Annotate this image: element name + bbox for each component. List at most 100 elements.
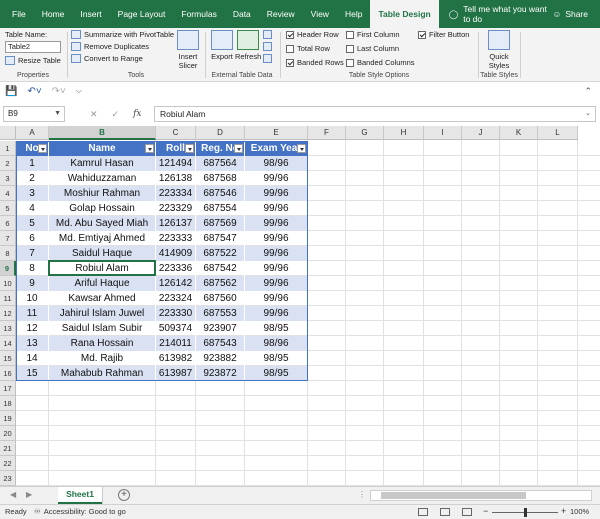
row-header-20[interactable]: 20 <box>0 426 16 441</box>
table-cell[interactable]: 14 <box>16 351 49 366</box>
filter-dropdown-icon[interactable] <box>145 144 154 153</box>
redo-icon[interactable]: ↷˅ <box>52 86 66 97</box>
table-header-reg-no[interactable]: Reg. No <box>196 141 245 156</box>
table-cell[interactable]: 99/96 <box>245 216 308 231</box>
more-options-icon[interactable]: ⋮ <box>358 490 366 499</box>
worksheet-grid[interactable]: A B C D E F G H I J K L 1 2 3 4 5 6 7 8 9 10 11 12 13 14 15 16 17 18 1… <box>0 126 600 486</box>
row-header-11[interactable]: 11 <box>0 291 16 306</box>
row-header-13[interactable]: 13 <box>0 321 16 336</box>
properties-small-button[interactable] <box>263 30 272 39</box>
row-header-5[interactable]: 5 <box>0 201 16 216</box>
column-header-g[interactable]: G <box>346 126 384 140</box>
table-cell[interactable]: Jahirul Islam Juwel <box>49 306 156 321</box>
page-break-view-icon[interactable] <box>462 508 472 516</box>
tab-data[interactable]: Data <box>225 0 259 28</box>
table-cell[interactable]: 223336 <box>156 261 196 276</box>
table-cell[interactable]: 99/96 <box>245 186 308 201</box>
resize-table-button[interactable]: Resize Table <box>5 56 61 65</box>
column-header-k[interactable]: K <box>500 126 538 140</box>
row-header-10[interactable]: 10 <box>0 276 16 291</box>
refresh-button[interactable]: Refresh <box>235 30 261 61</box>
table-cell[interactable]: 99/96 <box>245 201 308 216</box>
table-cell[interactable]: 923872 <box>196 366 245 381</box>
table-cell[interactable]: 687553 <box>196 306 245 321</box>
table-cell[interactable]: Robiul Alam <box>49 261 156 276</box>
table-cell[interactable]: 2 <box>16 171 49 186</box>
table-cell[interactable]: Saidul Islam Subir <box>49 321 156 336</box>
table-cell[interactable]: 98/96 <box>245 156 308 171</box>
column-header-j[interactable]: J <box>462 126 500 140</box>
filter-button-check[interactable] <box>418 30 426 39</box>
column-header-i[interactable]: I <box>424 126 462 140</box>
table-cell[interactable]: 99/96 <box>245 291 308 306</box>
insert-function-icon[interactable]: fx <box>133 109 141 119</box>
table-cell[interactable]: Md. Rajib <box>49 351 156 366</box>
sheet-tab-sheet1[interactable]: Sheet1 <box>58 487 102 504</box>
tab-help[interactable]: Help <box>337 0 370 28</box>
table-cell[interactable]: 11 <box>16 306 49 321</box>
add-sheet-icon[interactable]: + <box>118 489 130 501</box>
table-cell[interactable]: 687542 <box>196 261 245 276</box>
table-cell[interactable]: 687546 <box>196 186 245 201</box>
zoom-slider-thumb[interactable] <box>524 508 527 517</box>
header-row-checkbox[interactable]: Header Row <box>286 30 339 39</box>
quick-styles-button[interactable]: Quick Styles <box>484 30 514 70</box>
row-header-21[interactable]: 21 <box>0 441 16 456</box>
column-header-e[interactable]: E <box>245 126 308 140</box>
column-header-d[interactable]: D <box>196 126 245 140</box>
table-cell[interactable]: 687569 <box>196 216 245 231</box>
table-cell[interactable]: 126137 <box>156 216 196 231</box>
table-header-name[interactable]: Name <box>49 141 156 156</box>
tab-table-design[interactable]: Table Design <box>370 0 439 28</box>
table-cell[interactable]: 223333 <box>156 231 196 246</box>
table-cell[interactable]: Kawsar Ahmed <box>49 291 156 306</box>
table-cell[interactable]: 223324 <box>156 291 196 306</box>
column-header-h[interactable]: H <box>384 126 424 140</box>
table-cell[interactable]: 99/96 <box>245 276 308 291</box>
share-button[interactable]: ☺ Share <box>553 9 600 19</box>
table-cell[interactable]: Wahiduzzaman <box>49 171 156 186</box>
scroll-thumb[interactable] <box>381 492 526 499</box>
table-cell[interactable]: 98/96 <box>245 336 308 351</box>
next-sheet-icon[interactable]: ▶ <box>26 490 32 499</box>
table-cell[interactable]: 509374 <box>156 321 196 336</box>
page-layout-view-icon[interactable] <box>440 508 450 516</box>
row-header-9[interactable]: 9 <box>0 261 16 276</box>
row-header-3[interactable]: 3 <box>0 171 16 186</box>
table-cell[interactable]: 923882 <box>196 351 245 366</box>
table-header-exam-year[interactable]: Exam Year <box>245 141 308 156</box>
row-header-18[interactable]: 18 <box>0 396 16 411</box>
row-header-16[interactable]: 16 <box>0 366 16 381</box>
table-cell[interactable]: 6 <box>16 231 49 246</box>
column-header-b[interactable]: B <box>49 126 156 140</box>
table-cell[interactable]: 687543 <box>196 336 245 351</box>
table-cell[interactable]: 414909 <box>156 246 196 261</box>
row-header-8[interactable]: 8 <box>0 246 16 261</box>
name-box[interactable]: B9 ▼ <box>3 106 65 122</box>
chevron-down-icon[interactable]: ▼ <box>54 107 61 121</box>
table-cell[interactable]: 687560 <box>196 291 245 306</box>
row-header-19[interactable]: 19 <box>0 411 16 426</box>
column-header-c[interactable]: C <box>156 126 196 140</box>
table-cell[interactable]: 126142 <box>156 276 196 291</box>
table-cell[interactable]: 223330 <box>156 306 196 321</box>
table-cell[interactable]: Ariful Haque <box>49 276 156 291</box>
accessibility-status[interactable]: ♾ Accessibility: Good to go <box>34 507 126 516</box>
unlink-button[interactable] <box>263 54 272 63</box>
table-cell[interactable]: Md. Abu Sayed Miah <box>49 216 156 231</box>
table-cell[interactable]: 98/95 <box>245 321 308 336</box>
total-row-check[interactable] <box>286 44 294 53</box>
table-cell[interactable]: 99/96 <box>245 261 308 276</box>
tab-insert[interactable]: Insert <box>72 0 109 28</box>
enter-icon[interactable]: ✓ <box>112 109 120 120</box>
row-header-2[interactable]: 2 <box>0 156 16 171</box>
table-cell[interactable]: Moshiur Rahman <box>49 186 156 201</box>
table-cell[interactable]: 687554 <box>196 201 245 216</box>
insert-slicer-button[interactable]: Insert Slicer <box>174 30 202 70</box>
banded-rows-checkbox[interactable]: Banded Rows <box>286 58 344 67</box>
table-cell[interactable]: Saidul Haque <box>49 246 156 261</box>
convert-to-range-button[interactable]: Convert to Range <box>71 54 143 63</box>
undo-icon[interactable]: ↶˅ <box>27 86 41 97</box>
table-cell[interactable]: 687568 <box>196 171 245 186</box>
row-header-23[interactable]: 23 <box>0 471 16 486</box>
